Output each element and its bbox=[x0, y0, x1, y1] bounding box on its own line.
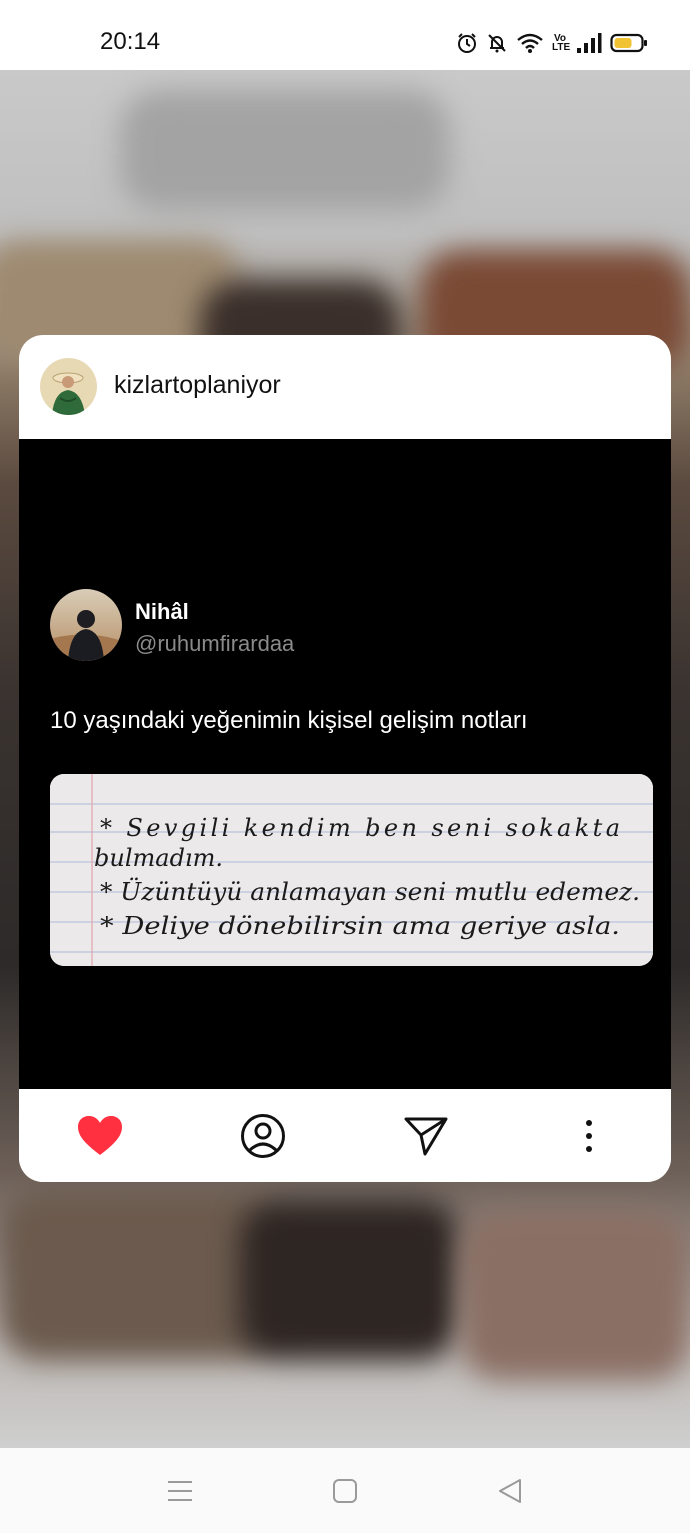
note-line-4: * Deliye dönebilirsin ama geriye asla. bbox=[100, 912, 620, 940]
note-line-2: bulmadım. bbox=[94, 844, 223, 872]
note-line-3: * Üzüntüyü anlamayan seni mutlu edemez. bbox=[100, 877, 640, 906]
tweet-text: 10 yaşındaki yeğenimin kişisel gelişim n… bbox=[50, 707, 528, 734]
more-options-button[interactable] bbox=[566, 1113, 612, 1159]
tweet-author-avatar bbox=[50, 589, 122, 661]
tweet-author-name: Nihâl bbox=[135, 599, 189, 624]
post-card: kizlartoplaniyor Nihâl @ruhumfirardaa 10… bbox=[19, 335, 671, 1182]
system-nav-bar bbox=[0, 1448, 690, 1533]
notebook-paper: * Sevgili kendim ben seni sokakta bulmad… bbox=[50, 774, 653, 966]
back-button[interactable] bbox=[495, 1476, 525, 1506]
volte-icon: Vo LTE bbox=[552, 34, 571, 53]
signal-icon bbox=[577, 33, 602, 53]
post-image: Nihâl @ruhumfirardaa 10 yaşındaki yeğeni… bbox=[19, 439, 671, 1089]
profile-icon bbox=[241, 1114, 285, 1158]
card-header: kizlartoplaniyor bbox=[19, 335, 671, 439]
profile-button[interactable] bbox=[240, 1113, 286, 1159]
volte-label-bottom: LTE bbox=[552, 42, 571, 53]
account-avatar[interactable] bbox=[40, 358, 97, 415]
bell-off-icon bbox=[488, 34, 506, 53]
battery-icon bbox=[610, 33, 647, 53]
account-avatar-image bbox=[40, 358, 97, 415]
account-username[interactable]: kizlartoplaniyor bbox=[114, 371, 281, 400]
home-button[interactable] bbox=[330, 1476, 360, 1506]
recent-apps-button[interactable] bbox=[165, 1476, 195, 1506]
post-action-bar bbox=[19, 1089, 671, 1182]
tweet-avatar-image bbox=[50, 589, 122, 661]
status-time: 20:14 bbox=[100, 28, 161, 55]
status-bar: 20:14 Vo LTE bbox=[0, 0, 690, 70]
send-icon bbox=[404, 1117, 448, 1156]
wifi-icon bbox=[517, 33, 543, 53]
menu-icon bbox=[168, 1481, 192, 1501]
share-button[interactable] bbox=[403, 1113, 449, 1159]
heart-icon bbox=[78, 1116, 122, 1155]
handwritten-note-image: * Sevgili kendim ben seni sokakta bulmad… bbox=[50, 774, 653, 966]
alarm-icon bbox=[458, 33, 476, 53]
back-triangle-icon bbox=[499, 1479, 521, 1503]
more-vertical-icon bbox=[586, 1120, 592, 1152]
status-icons: Vo LTE bbox=[456, 30, 648, 56]
like-button[interactable] bbox=[77, 1113, 123, 1159]
tweet-author-handle: @ruhumfirardaa bbox=[135, 631, 295, 656]
home-square-icon bbox=[333, 1479, 357, 1503]
